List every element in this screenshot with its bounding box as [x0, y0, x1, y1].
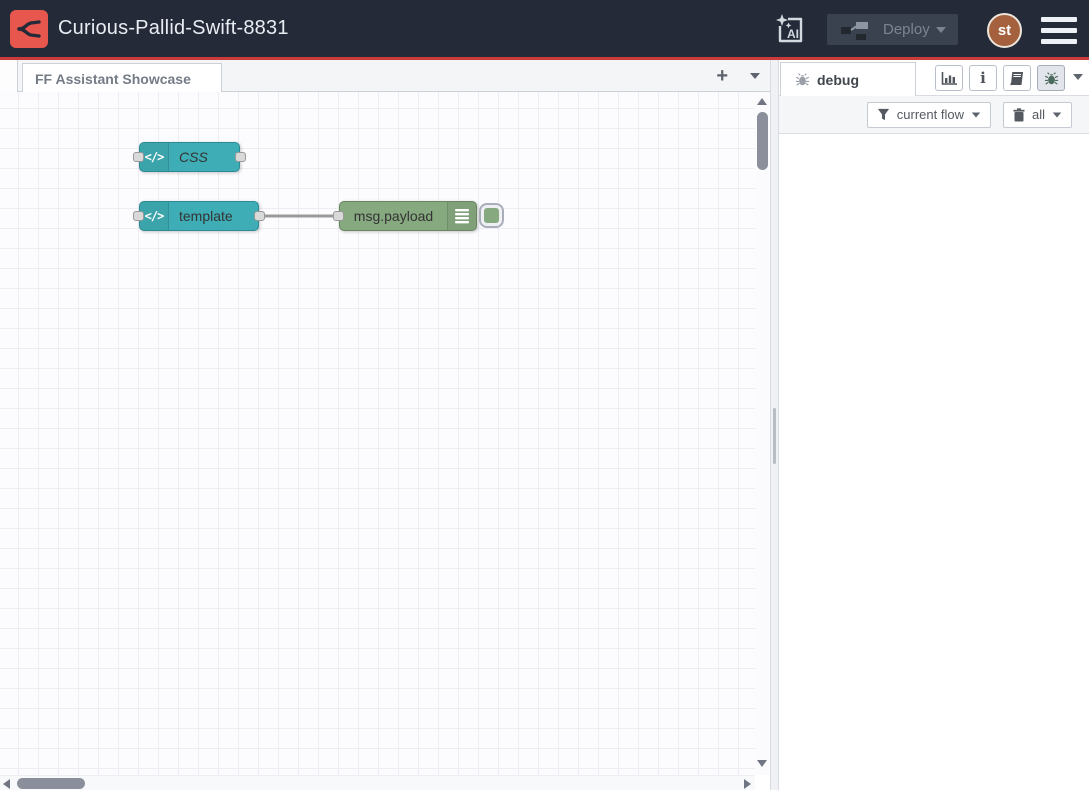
sidebar: debug i	[779, 60, 1089, 790]
node-label: msg.payload	[340, 208, 447, 224]
node-template[interactable]: </> template	[139, 201, 259, 231]
info-button[interactable]: i	[969, 65, 997, 91]
user-avatar[interactable]: st	[987, 13, 1022, 48]
debug-input-port[interactable]	[333, 211, 344, 221]
debug-sidebar-button[interactable]	[1037, 65, 1065, 91]
sidebar-tab-debug[interactable]: debug	[780, 62, 916, 96]
flowfuse-logo[interactable]	[10, 10, 48, 48]
scroll-right-arrow-icon[interactable]	[744, 779, 751, 789]
canvas-horizontal-scrollbar[interactable]	[0, 775, 755, 790]
hamburger-menu-icon[interactable]	[1041, 17, 1077, 44]
scroll-down-arrow-icon[interactable]	[757, 760, 767, 767]
svg-text:AI: AI	[787, 27, 799, 41]
book-icon	[1009, 71, 1025, 86]
sidebar-tool-buttons: i	[935, 65, 1065, 91]
sidebar-tabs-chevron-icon[interactable]	[1073, 74, 1083, 80]
add-flow-button[interactable]: +	[716, 66, 728, 86]
flowfuse-logo-glyph	[16, 16, 42, 42]
tab-scroll-left-area	[0, 60, 18, 92]
workspace-tabbar: FF Assistant Showcase +	[0, 60, 770, 92]
deploy-options-chevron-icon[interactable]	[936, 27, 946, 33]
filter-chevron-icon	[972, 112, 981, 117]
debug-list-icon	[447, 202, 476, 230]
template-input-port[interactable]	[133, 211, 144, 221]
dashboard-chart-button[interactable]	[935, 65, 963, 91]
ai-assistant-icon: AI	[774, 12, 808, 46]
funnel-icon	[877, 108, 890, 121]
node-css-template[interactable]: </> CSS	[139, 142, 240, 172]
debug-filter-button[interactable]: current flow	[867, 102, 991, 128]
debug-message-list[interactable]	[779, 134, 1089, 790]
horizontal-scroll-thumb[interactable]	[17, 778, 85, 789]
debug-toolbar: current flow all	[779, 96, 1089, 134]
flow-canvas[interactable]: </> CSS </> template msg.payload	[0, 92, 755, 775]
flow-tab-label: FF Assistant Showcase	[35, 71, 191, 87]
scroll-up-arrow-icon[interactable]	[757, 98, 767, 105]
tab-actions: +	[716, 60, 760, 92]
node-label: template	[169, 208, 243, 224]
help-button[interactable]	[1003, 65, 1031, 91]
wire-template-to-debug[interactable]	[0, 92, 755, 775]
css-output-port[interactable]	[235, 152, 246, 162]
node-debug[interactable]: msg.payload	[339, 201, 477, 231]
scroll-left-arrow-icon[interactable]	[3, 779, 10, 789]
info-icon: i	[980, 71, 986, 86]
tab-list-chevron-icon[interactable]	[750, 73, 760, 79]
code-icon: </>	[140, 202, 169, 230]
ai-assistant-button[interactable]: AI	[772, 10, 810, 48]
bug-icon	[1044, 71, 1059, 86]
instance-title: Curious-Pallid-Swift-8831	[58, 0, 289, 57]
clear-chevron-icon	[1053, 112, 1062, 117]
template-output-port[interactable]	[254, 211, 265, 221]
code-icon: </>	[140, 143, 169, 171]
header-bar: Curious-Pallid-Swift-8831 AI Deploy st	[0, 0, 1089, 57]
clear-label: all	[1032, 107, 1045, 122]
bar-chart-icon	[941, 71, 958, 86]
debug-clear-button[interactable]: all	[1003, 102, 1072, 128]
filter-label: current flow	[897, 107, 964, 122]
node-red-editor: Curious-Pallid-Swift-8831 AI Deploy st	[0, 0, 1089, 790]
debug-enable-toggle[interactable]	[479, 203, 504, 228]
deploy-label: Deploy	[883, 21, 930, 38]
vertical-scroll-thumb[interactable]	[757, 112, 768, 170]
sidebar-splitter[interactable]	[770, 60, 779, 790]
avatar-initials: st	[998, 22, 1011, 39]
trash-icon	[1013, 108, 1025, 122]
deploy-nodes-icon	[841, 20, 869, 40]
sidebar-tab-label: debug	[817, 72, 859, 88]
node-label: CSS	[169, 149, 218, 165]
bug-icon	[795, 72, 810, 87]
canvas-vertical-scrollbar[interactable]	[755, 92, 770, 775]
css-input-port[interactable]	[133, 152, 144, 162]
sidebar-header: debug i	[779, 60, 1089, 96]
splitter-handle[interactable]	[773, 408, 776, 464]
deploy-button[interactable]: Deploy	[827, 14, 958, 45]
tab-flow[interactable]: FF Assistant Showcase	[22, 63, 222, 93]
